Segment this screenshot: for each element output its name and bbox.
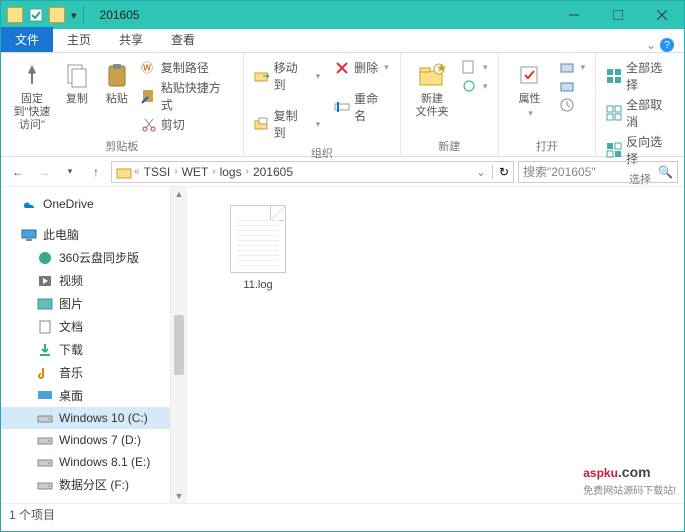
easy-access-button[interactable]: ▾ [461,78,488,94]
status-bar: 1 个项目 [1,503,684,525]
ribbon-group-clipboard: 固定到"快速访问" 复制 粘贴 Ⓦ复制路径 粘贴快捷方式 剪切 剪贴板 [1,53,244,156]
nav-icon [37,273,53,289]
file-icon [230,205,286,273]
history-dropdown[interactable]: ⌄ [476,165,486,179]
ribbon-group-new: ★ 新建 文件夹 ▾ ▾ 新建 [401,53,499,156]
select-all-button[interactable]: 全部选择 [606,59,674,93]
search-icon: 🔍 [658,165,673,179]
pin-quick-access-button[interactable]: 固定到"快速访问" [9,57,55,136]
tab-share[interactable]: 共享 [105,27,157,52]
refresh-button[interactable]: ↻ [499,165,509,179]
nav-icon [37,319,53,335]
nav-item[interactable]: 360云盘同步版 [1,246,170,269]
select-none-button[interactable]: 全部取消 [606,96,674,130]
folder-icon[interactable] [7,7,23,23]
nav-item[interactable]: 下载 [1,338,170,361]
edit-button[interactable] [559,78,586,94]
minimize-button[interactable] [552,1,596,29]
open-button[interactable]: ▾ [559,59,586,75]
tab-file[interactable]: 文件 [1,27,53,52]
history-button[interactable] [559,97,586,113]
paste-shortcut-button[interactable]: 粘贴快捷方式 [141,79,233,113]
nav-icon [37,388,53,404]
delete-button[interactable]: 删除▾ [334,59,390,76]
file-list[interactable]: 11.log aspku.com 免费网站源码下载站! [187,187,684,503]
close-button[interactable] [640,1,684,29]
back-button[interactable]: ← [7,161,29,183]
folder-icon [116,164,132,180]
copy-button[interactable]: 复制 [59,57,95,110]
nav-icon [37,454,53,470]
ribbon-group-organize: 移动到▾ 复制到▾ 删除▾ 重命名 组织 [244,53,401,156]
quick-access-toolbar: ▾ [1,6,90,24]
copy-path-button[interactable]: Ⓦ复制路径 [141,59,233,76]
qat-item[interactable] [29,8,43,22]
rename-button[interactable]: 重命名 [334,90,390,124]
file-item[interactable]: 11.log [215,205,301,485]
nav-icon [37,410,53,426]
nav-item[interactable]: 音乐 [1,361,170,384]
qat-overflow[interactable]: ▾ [71,9,77,22]
window-title: 201605 [90,8,150,22]
ribbon-collapse[interactable]: ⌄ ? [636,38,684,52]
nav-icon [37,296,53,312]
ribbon-group-select: 全部选择 全部取消 反向选择 选择 [596,53,684,156]
help-icon[interactable]: ? [660,38,674,52]
nav-item[interactable]: Windows 10 (C:) [1,407,170,429]
nav-item[interactable]: 桌面 [1,384,170,407]
explorer-body: OneDrive 此电脑 360云盘同步版视频图片文档下载音乐桌面Windows… [1,187,684,503]
new-item-button[interactable]: ▾ [461,59,488,75]
nav-icon [37,365,53,381]
tab-view[interactable]: 查看 [157,27,209,52]
nav-item[interactable]: 视频 [1,269,170,292]
nav-icon [37,250,53,266]
nav-item[interactable]: 图片 [1,292,170,315]
tab-home[interactable]: 主页 [53,27,105,52]
copy-to-button[interactable]: 复制到▾ [254,107,320,141]
ribbon: 固定到"快速访问" 复制 粘贴 Ⓦ复制路径 粘贴快捷方式 剪切 剪贴板 移动到▾… [1,53,684,157]
nav-onedrive[interactable]: OneDrive [1,193,170,215]
recent-button[interactable]: ▾ [59,161,81,183]
new-folder-button[interactable]: ★ 新建 文件夹 [409,57,455,123]
nav-pane[interactable]: OneDrive 此电脑 360云盘同步版视频图片文档下载音乐桌面Windows… [1,187,171,503]
watermark: aspku.com 免费网站源码下载站! [583,461,676,497]
cut-button[interactable]: 剪切 [141,116,233,133]
nav-scrollbar[interactable]: ▲▼ [171,187,187,503]
paste-button[interactable]: 粘贴 [99,57,135,110]
folder-icon[interactable] [49,7,65,23]
ribbon-tabs: 文件 主页 共享 查看 ⌄ ? [1,29,684,53]
nav-icon [37,342,53,358]
nav-item[interactable]: Windows 7 (D:) [1,429,170,451]
up-button[interactable]: ↑ [85,161,107,183]
forward-button[interactable]: → [33,161,55,183]
ribbon-group-open: 属性 ▾ ▾ 打开 [499,53,597,156]
properties-button[interactable]: 属性 ▾ [507,57,553,123]
svg-text:Ⓦ: Ⓦ [141,61,153,75]
titlebar: ▾ 201605 [1,1,684,29]
nav-icon [37,477,53,493]
breadcrumb[interactable]: « TSSI› WET› logs› 201605 ⌄ ↻ [111,161,514,183]
search-input[interactable]: 搜索"201605" 🔍 [518,161,678,183]
svg-text:★: ★ [436,61,447,75]
maximize-button[interactable] [596,1,640,29]
nav-item[interactable]: 文档 [1,315,170,338]
nav-item[interactable]: Windows 8.1 (E:) [1,451,170,473]
address-bar: ← → ▾ ↑ « TSSI› WET› logs› 201605 ⌄ ↻ 搜索… [1,157,684,187]
move-to-button[interactable]: 移动到▾ [254,59,320,93]
nav-this-pc[interactable]: 此电脑 [1,223,170,246]
item-count: 1 个项目 [9,506,55,523]
nav-item[interactable]: 数据分区 (F:) [1,473,170,496]
nav-icon [37,432,53,448]
